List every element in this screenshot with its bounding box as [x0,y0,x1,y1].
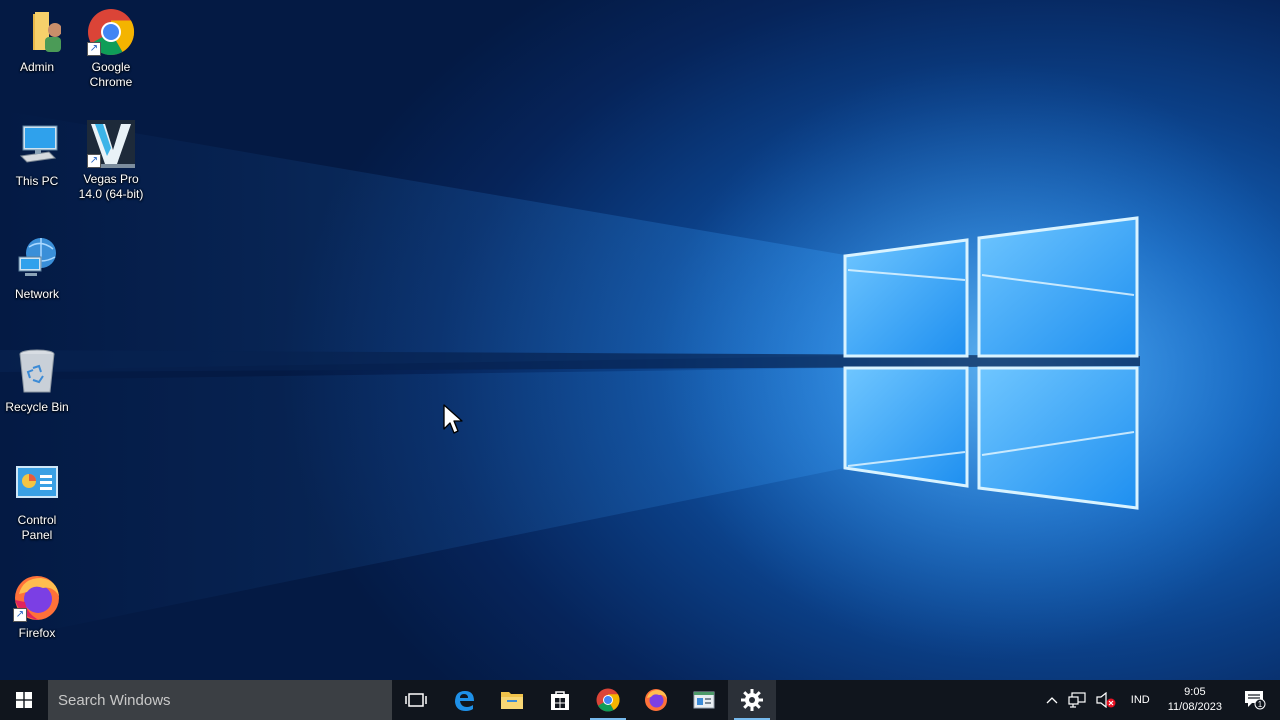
store-icon [551,691,569,710]
firefox-icon [645,689,667,711]
taskbar-settings[interactable] [728,680,776,720]
notification-icon: 1 [1245,691,1266,710]
clock-time: 9:05 [1184,686,1206,698]
task-view-icon [405,693,427,707]
desktop-icon-admin[interactable]: Admin [0,8,74,75]
desktop-icon-this-pc[interactable]: This PC [0,122,74,189]
desktop-icon-network[interactable]: Network [0,235,74,302]
desktop-icon-firefox[interactable]: ↗ Firefox [0,574,74,641]
chrome-icon [596,688,620,712]
network-wired-icon [1068,692,1086,708]
system-tray: IND 9:05 11/08/2023 1 [1041,680,1280,720]
desktop-icon-label: This PC [15,174,59,188]
desktop-icon-label: Control Panel [17,513,57,542]
desktop-wallpaper [0,60,1280,660]
search-box[interactable] [48,680,392,720]
clock[interactable]: 9:05 11/08/2023 [1160,680,1230,720]
input-language-indicator[interactable]: IND [1121,680,1160,720]
desktop-icon-label: Admin [19,60,54,74]
desktop-icon-label: Google Chrome [89,60,133,89]
action-center-button[interactable]: 1 [1230,680,1280,720]
gear-icon [741,689,763,711]
desktop-icon-vegas-pro[interactable]: ↗ Vegas Pro 14.0 (64-bit) [74,120,148,202]
desktop-icon-google-chrome[interactable]: ↗ Google Chrome [74,8,148,90]
shortcut-arrow-icon: ↗ [87,154,101,168]
chevron-up-icon [1046,697,1058,704]
computer-icon [13,122,61,170]
chrome-icon: ↗ [87,8,135,56]
desktop-icon-label: Network [14,287,59,301]
firefox-icon: ↗ [13,574,61,622]
recycle-bin-icon [13,348,61,396]
mouse-pointer-icon [443,404,463,434]
desktop-icon-label: Firefox [18,626,56,640]
edge-icon [455,691,474,711]
notification-count: 1 [1258,700,1263,709]
clock-date: 11/08/2023 [1167,701,1222,713]
task-view-button[interactable] [392,680,440,720]
app-window-icon [693,691,715,709]
search-input[interactable] [56,690,380,710]
folder-icon [501,692,523,709]
show-hidden-icons-button[interactable] [1041,680,1063,720]
taskbar-file-explorer[interactable] [488,680,536,720]
desktop-icon-recycle-bin[interactable]: Recycle Bin [0,348,74,415]
taskbar-edge[interactable] [440,680,488,720]
volume-button[interactable] [1091,680,1121,720]
control-panel-icon [13,461,61,509]
desktop-icon-label: Vegas Pro 14.0 (64-bit) [78,172,144,201]
desktop-icon-control-panel[interactable]: Control Panel [0,461,74,543]
volume-muted-icon [1096,692,1116,708]
taskbar-store[interactable] [536,680,584,720]
taskbar-firefox[interactable] [632,680,680,720]
windows-logo-icon [16,692,32,708]
network-status-button[interactable] [1063,680,1091,720]
start-button[interactable] [0,680,48,720]
user-folder-icon [13,8,62,56]
taskbar: IND 9:05 11/08/2023 1 [0,680,1280,720]
shortcut-arrow-icon: ↗ [13,608,27,622]
vegas-pro-icon: ↗ [87,120,135,168]
taskbar-chrome[interactable] [584,680,632,720]
network-icon [13,235,61,283]
shortcut-arrow-icon: ↗ [87,42,101,56]
desktop-icon-label: Recycle Bin [5,400,69,414]
taskbar-app[interactable] [680,680,728,720]
